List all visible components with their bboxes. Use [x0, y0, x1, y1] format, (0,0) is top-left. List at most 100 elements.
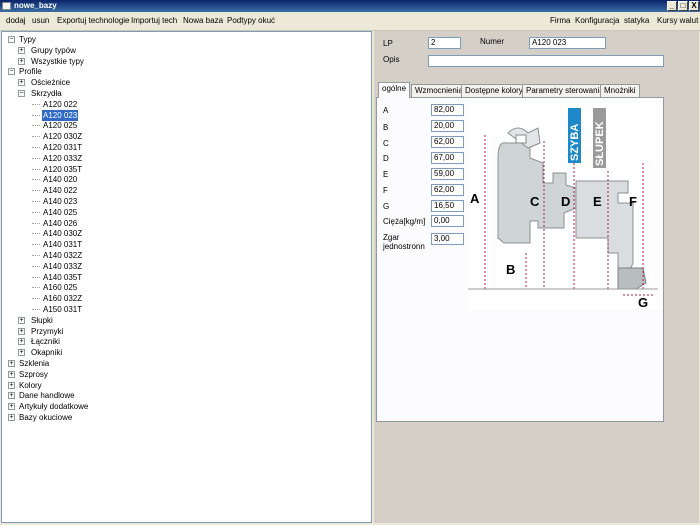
tree-item-label: A120 030Z: [43, 132, 83, 142]
expand-icon[interactable]: +: [18, 57, 25, 65]
tab-dostepne-kolory[interactable]: Dostępne kolory: [461, 84, 527, 97]
tree-item-a140-023[interactable]: A140 023: [2, 196, 362, 207]
drawing-letter-a: A: [470, 191, 480, 206]
tree-item-bazy-okuciowe[interactable]: + Bazy okuciowe: [2, 412, 362, 423]
tree-item-dane-handlowe[interactable]: + Dane handlowe: [2, 390, 362, 401]
tree-item-a140-035t[interactable]: A140 035T: [2, 272, 362, 283]
tree-connector: [32, 255, 40, 256]
tree-item-a120-031t[interactable]: A120 031T: [2, 142, 362, 153]
collapse-icon[interactable]: −: [8, 36, 15, 43]
minimize-button[interactable]: _: [667, 1, 677, 11]
menu-konfiguracja[interactable]: Konfiguracja: [575, 16, 619, 26]
expand-icon[interactable]: +: [8, 414, 15, 421]
tree-item-label: A140 032Z: [43, 251, 83, 260]
expand-icon[interactable]: +: [8, 381, 15, 389]
collapse-icon[interactable]: −: [8, 68, 15, 76]
tab-parametry-sterowania[interactable]: Parametry sterowania: [522, 84, 608, 97]
tree-connector: [32, 103, 40, 105]
tree-item-a120-022[interactable]: A120 022: [2, 99, 362, 110]
close-button[interactable]: X: [689, 1, 699, 11]
tree-item-a140-025[interactable]: A140 025: [2, 207, 362, 218]
lp-field[interactable]: 2: [428, 37, 461, 49]
numer-field[interactable]: A120 023: [529, 37, 606, 49]
cut-allowance-field[interactable]: 3,00: [431, 233, 464, 245]
dim-label-d: D: [383, 154, 389, 163]
tree-item-przymyki[interactable]: + Przymyki: [2, 326, 362, 337]
tab-ogolne[interactable]: ogólne: [378, 82, 411, 98]
menu-statyka[interactable]: statyka: [624, 16, 649, 26]
menu-kursy-walut[interactable]: Kursy walut: [657, 16, 698, 26]
expand-icon[interactable]: +: [18, 327, 25, 335]
menu-firma[interactable]: Firma: [550, 16, 570, 26]
expand-icon[interactable]: +: [8, 360, 15, 367]
tree-item-artyku-y-dodatkowe[interactable]: + Artykuły dodatkowe: [2, 401, 362, 412]
tree-item-szklenia[interactable]: + Szklenia: [2, 358, 362, 369]
tree-item-o-cie-nice[interactable]: + Ościeżnice: [2, 77, 362, 88]
opis-field[interactable]: [428, 55, 664, 67]
lp-label: LP: [383, 39, 393, 48]
menu-nowa-baza[interactable]: Nowa baza: [183, 16, 223, 26]
dim-field-e[interactable]: 59,00: [431, 168, 464, 180]
dim-field-c[interactable]: 62,00: [431, 136, 464, 148]
tree-item-a140-032z[interactable]: A140 032Z: [2, 250, 362, 261]
tree-item-a120-033z[interactable]: A120 033Z: [2, 153, 362, 164]
menu-export-technologie[interactable]: Exportuj technologie: [57, 16, 130, 26]
tree-item-a120-030z[interactable]: A120 030Z: [2, 131, 362, 142]
tab-mnozniki[interactable]: Mnożniki: [600, 84, 640, 97]
weight-field[interactable]: 0,00: [431, 215, 464, 227]
dim-field-d[interactable]: 67,00: [431, 152, 464, 164]
tree-item-s-upki[interactable]: + Słupki: [2, 315, 362, 326]
expand-icon[interactable]: +: [18, 338, 25, 346]
tab-wzmocnienia[interactable]: Wzmocnienia: [411, 84, 468, 97]
dim-field-a[interactable]: 82,00: [431, 104, 464, 116]
menu-dodaj[interactable]: dodaj: [6, 16, 26, 26]
menu-usun[interactable]: usun: [32, 16, 49, 26]
dim-field-b[interactable]: 20,00: [431, 120, 464, 132]
tree-item-a140-031t[interactable]: A140 031T: [2, 239, 362, 250]
expand-icon[interactable]: +: [18, 349, 25, 357]
tree-item-a160-025[interactable]: A160 025: [2, 282, 362, 293]
dim-label-e: E: [383, 170, 389, 179]
expand-icon[interactable]: +: [8, 392, 15, 400]
expand-icon[interactable]: +: [18, 316, 25, 324]
tree-item-wszystkie-typy[interactable]: + Wszystkie typy: [2, 56, 362, 67]
tree-item-label: A140 025: [43, 207, 78, 217]
tree-item-profile[interactable]: − Profile: [2, 66, 362, 77]
tree-item-a140-033z[interactable]: A140 033Z: [2, 261, 362, 272]
menu-podtypy-okuc[interactable]: Podtypy okuć: [227, 16, 275, 26]
tree-item-skrzyd-a[interactable]: − Skrzydła: [2, 88, 362, 99]
tree-view[interactable]: − Typy + Grupy typów + Wszystkie typy − Profile…: [1, 31, 372, 523]
tab-page-ogolne: A 82,00 B 20,00 C 62,00 D 67,00 E 59,00 …: [376, 97, 664, 422]
tree-item-okapniki[interactable]: + Okapniki: [2, 347, 362, 358]
tree-item-a140-026[interactable]: A140 026: [2, 218, 362, 229]
expand-icon[interactable]: +: [18, 46, 25, 54]
tree-item-grupy-typ-w[interactable]: + Grupy typów: [2, 45, 362, 56]
tree-item-a120-023[interactable]: A120 023: [2, 109, 362, 121]
tree-item-label: Kolory: [19, 380, 42, 390]
tree-item-a140-030z[interactable]: A140 030Z: [2, 228, 362, 239]
expand-icon[interactable]: +: [8, 370, 15, 378]
dim-field-f[interactable]: 62,00: [431, 184, 464, 196]
menu-import-tech[interactable]: Importuj tech: [131, 16, 177, 26]
collapse-icon[interactable]: −: [18, 90, 25, 97]
maximize-button[interactable]: □: [678, 1, 688, 11]
dim-field-g[interactable]: 16,50: [431, 200, 464, 212]
dim-label-f: F: [383, 186, 388, 195]
expand-icon[interactable]: +: [8, 403, 15, 411]
tree-item-a120-035t[interactable]: A120 035T: [2, 164, 362, 175]
tree-connector: [32, 136, 40, 138]
tree-item-a140-022[interactable]: A140 022: [2, 185, 362, 196]
expand-icon[interactable]: +: [18, 79, 25, 87]
tree-item-szprosy[interactable]: + Szprosy: [2, 369, 362, 380]
tree-item-label: A160 032Z: [43, 294, 83, 304]
tree-item-a120-025[interactable]: A120 025: [2, 120, 362, 131]
tree-item-kolory[interactable]: + Kolory: [2, 380, 362, 391]
tree-connector: [32, 276, 40, 278]
cut-allowance-label: Zgar jednostronn: [383, 233, 425, 251]
tree-item-a150-031t[interactable]: A150 031T: [2, 304, 362, 315]
tree-item-a140-020[interactable]: A140 020: [2, 174, 362, 185]
tree-item-czniki[interactable]: + Łączniki: [2, 336, 362, 347]
tree-item-typy[interactable]: − Typy: [2, 34, 362, 45]
drawing-letter-e: E: [593, 194, 602, 209]
tree-item-a160-032z[interactable]: A160 032Z: [2, 293, 362, 304]
